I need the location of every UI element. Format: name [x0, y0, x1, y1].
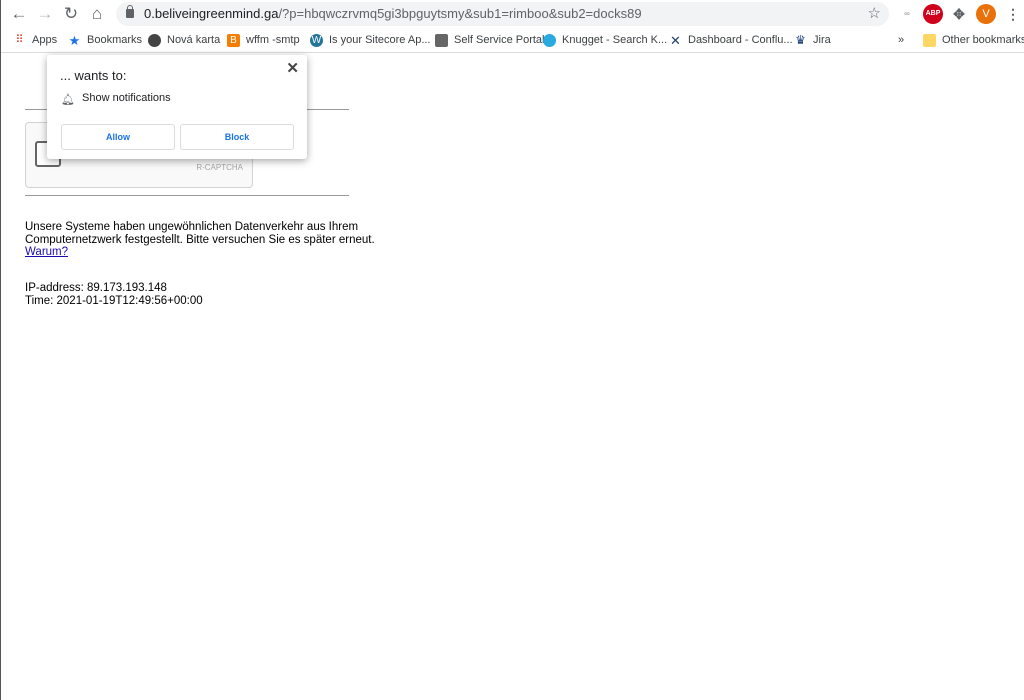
notification-permission-popup: ... wants to: ✕ 🔔︎ Show notifications Al… [47, 55, 307, 159]
url-path: /?p=hbqwczrvmq5gi3bpguytsmy&sub1=rimboo&… [278, 6, 642, 21]
why-link[interactable]: Warum? [25, 246, 68, 258]
bookmark-label: Other bookmarks [942, 34, 1024, 46]
bookmark-label: Dashboard - Conflu... [688, 34, 793, 46]
bell-icon: 🔔︎ [61, 94, 75, 106]
message-line: Computernetzwerk festgestellt. Bitte ver… [25, 233, 375, 246]
address-bar[interactable]: 0.beliveingreenmind.ga/?p=hbqwczrvmq5gi3… [116, 2, 889, 26]
bookmark-knugget[interactable]: Knugget - Search K... [543, 32, 667, 48]
traffic-message: Unsere Systeme haben ungewöhnlichen Date… [25, 221, 375, 259]
bookmark-self-service[interactable]: Self Service Portal [435, 32, 544, 48]
permission-label: Show notifications [82, 92, 171, 104]
home-icon[interactable]: ⌂ [87, 4, 107, 24]
allow-button[interactable]: Allow [61, 124, 175, 150]
request-info: IP-address: 89.173.193.148 Time: 2021-01… [25, 282, 203, 307]
ip-address: IP-address: 89.173.193.148 [25, 282, 167, 294]
globe-icon [148, 33, 161, 47]
bookmark-label: wffm -smtp [246, 34, 300, 46]
url-host: 0.beliveingreenmind.ga [144, 6, 279, 21]
folder-icon [923, 33, 936, 47]
bookmark-apps[interactable]: ⠿ Apps [13, 32, 57, 48]
jira-icon: ♛ [795, 32, 806, 47]
knugget-icon [543, 33, 556, 47]
reload-icon[interactable]: ↻ [61, 4, 81, 24]
message-line: Unsere Systeme haben ungewöhnlichen Date… [25, 221, 359, 233]
browser-toolbar: ← → ↻ ⌂ 0.beliveingreenmind.ga/?p=hbqwcz… [1, 0, 1024, 28]
lock-icon [126, 5, 134, 18]
extensions-puzzle-icon[interactable]: ✥ [949, 4, 969, 24]
divider [25, 195, 349, 196]
blogger-icon: B [227, 33, 240, 47]
bookmark-label: Is your Sitecore Ap... [329, 34, 431, 46]
timestamp: Time: 2021-01-19T12:49:56+00:00 [25, 294, 203, 307]
extension-icon[interactable]: ∞ [897, 4, 917, 24]
menu-icon[interactable]: ⋮ [1003, 4, 1023, 24]
bookmark-jira[interactable]: ♛ Jira [794, 32, 831, 48]
bookmark-label: Jira [813, 34, 831, 46]
bookmark-sitecore[interactable]: W Is your Sitecore Ap... [310, 32, 431, 48]
adblock-icon[interactable]: ABP [923, 4, 943, 24]
bookmark-label: Nová karta [167, 34, 221, 46]
bookmarks-bar: ⠿ Apps ★ Bookmarks Nová karta Bwffm -smtp … [1, 28, 1024, 53]
wordpress-icon: W [310, 33, 323, 47]
block-button[interactable]: Block [180, 124, 294, 150]
bookmark-wffm-smtp[interactable]: Bwffm -smtp [227, 32, 300, 48]
popup-title: ... wants to: [60, 68, 127, 83]
bookmark-confluence[interactable]: ✕ Dashboard - Conflu... [669, 32, 793, 48]
apps-grid-icon: ⠿ [15, 33, 24, 46]
forward-icon[interactable]: → [35, 4, 55, 24]
bookmark-label: Apps [32, 34, 58, 46]
star-icon: ★ [68, 32, 81, 48]
confluence-icon: ✕ [670, 32, 681, 48]
captcha-label: R-CAPTCHA [196, 163, 243, 172]
profile-avatar[interactable]: V [976, 4, 996, 24]
other-bookmarks[interactable]: Other bookmarks [923, 32, 1024, 48]
bookmark-label: Knugget - Search K... [562, 34, 668, 46]
bookmark-label: Self Service Portal [454, 34, 545, 46]
bookmark-label: Bookmarks [87, 34, 143, 46]
bookmark-nova-karta[interactable]: Nová karta [148, 32, 220, 48]
bookmark-bookmarks[interactable]: ★ Bookmarks [68, 32, 142, 48]
bookmarks-overflow-button[interactable]: » [898, 32, 904, 48]
bookmark-star-icon[interactable]: ☆ [868, 2, 881, 26]
back-icon[interactable]: ← [9, 4, 29, 24]
portal-icon [435, 33, 448, 47]
close-icon[interactable]: ✕ [286, 59, 299, 77]
